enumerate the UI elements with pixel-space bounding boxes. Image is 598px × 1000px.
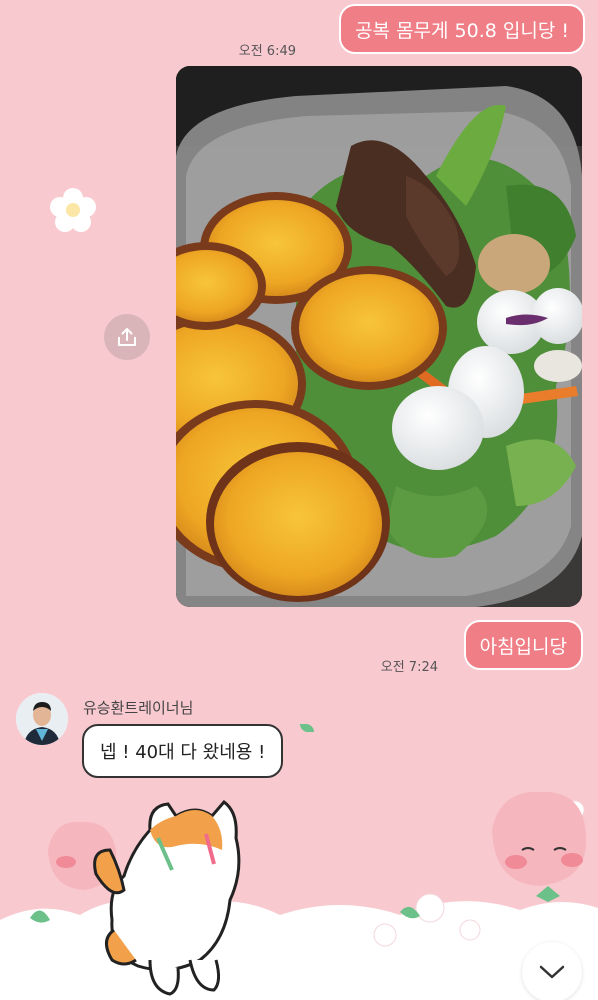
sent-message-bubble[interactable]: 아침입니당 <box>463 620 583 670</box>
background-illustration <box>0 790 598 1000</box>
scroll-down-button[interactable] <box>522 942 582 1000</box>
sender-name: 유승환트레이너님 <box>83 699 194 717</box>
flower-decoration <box>50 188 96 234</box>
photo-message[interactable] <box>176 66 582 607</box>
leaf-decoration <box>300 724 314 732</box>
message-timestamp: 오전 6:49 <box>238 44 296 59</box>
food-photo <box>176 66 582 607</box>
message-timestamp: 오전 7:24 <box>380 660 438 675</box>
share-icon <box>118 328 136 346</box>
share-button[interactable] <box>104 314 150 360</box>
received-message-bubble[interactable]: 넵 ! 40대 다 왔네용 ! <box>82 724 284 778</box>
profile-photo <box>16 693 68 745</box>
sent-message-bubble[interactable]: 공복 몸무게 50.8 입니당 ! <box>339 4 585 54</box>
avatar[interactable] <box>16 693 68 745</box>
chevron-down-icon <box>539 965 565 979</box>
